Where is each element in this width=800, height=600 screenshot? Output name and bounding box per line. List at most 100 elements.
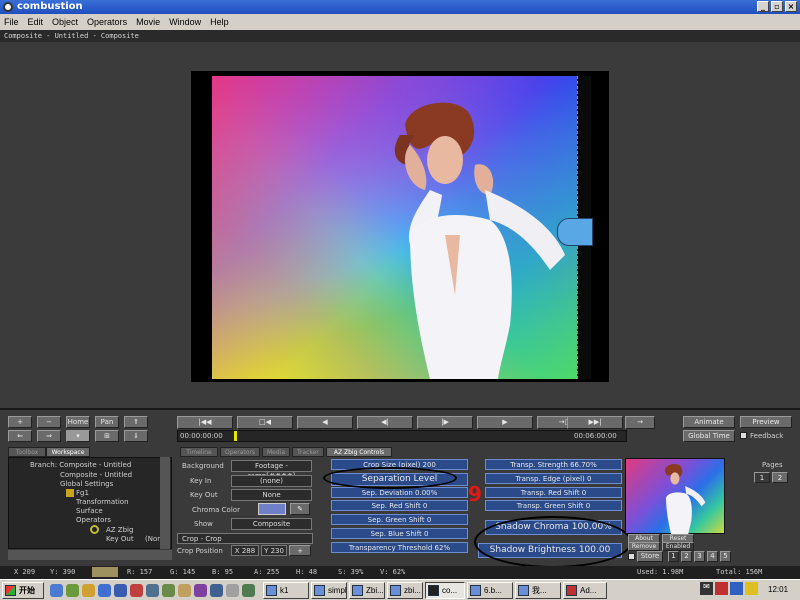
- store-slot-3[interactable]: 3: [694, 551, 705, 562]
- page-2-button[interactable]: 2: [772, 472, 788, 483]
- home-button[interactable]: Home: [66, 416, 90, 428]
- quicklaunch-desktop-icon[interactable]: [66, 584, 79, 597]
- quicklaunch-info-icon[interactable]: [114, 584, 127, 597]
- add-button[interactable]: +: [8, 416, 32, 428]
- tab-az-zbig-controls[interactable]: AZ Zbig Controls: [326, 447, 392, 457]
- transp-strength-slider[interactable]: Transp. Strength 66.70%: [485, 459, 622, 470]
- quicklaunch-folder-icon[interactable]: [178, 584, 191, 597]
- task-6b[interactable]: 6.b...: [467, 582, 513, 599]
- tab-media[interactable]: Media: [262, 447, 290, 457]
- quicklaunch-player-icon[interactable]: [130, 584, 143, 597]
- task-k1[interactable]: k1: [263, 582, 309, 599]
- quicklaunch-more-icon[interactable]: [210, 584, 223, 597]
- eyedropper-icon[interactable]: ✎: [290, 503, 310, 515]
- tab-tracker[interactable]: Tracker: [292, 447, 324, 457]
- page-1-button[interactable]: 1: [754, 472, 770, 483]
- language-tray-icon[interactable]: ✉: [700, 582, 713, 595]
- task-adobe[interactable]: Ad...: [563, 582, 607, 599]
- feedback-checkbox[interactable]: [740, 432, 747, 439]
- quicklaunch-ie-icon[interactable]: [50, 584, 63, 597]
- maximize-button[interactable]: ▫: [771, 1, 783, 12]
- store-button[interactable]: Store: [637, 551, 663, 562]
- crop-x-field[interactable]: X 288: [231, 545, 259, 556]
- tree-hscrollbar[interactable]: [8, 550, 172, 560]
- key-in-dropdown[interactable]: (none): [231, 475, 312, 487]
- tab-toolbox[interactable]: Toolbox: [8, 447, 46, 457]
- tree-key-out[interactable]: Key Out: [106, 535, 134, 543]
- step-back-button[interactable]: □◀: [237, 416, 293, 429]
- crop-dropdown[interactable]: Crop - Crop: [177, 533, 313, 544]
- store-checkbox[interactable]: [628, 553, 635, 560]
- go-to-end-button[interactable]: ▶▶|: [567, 416, 623, 429]
- tray-icon-1[interactable]: [715, 582, 728, 595]
- layout-button[interactable]: ⊞: [95, 430, 119, 442]
- transp-edge-slider[interactable]: Transp. Edge (pixel) 0: [485, 473, 622, 484]
- up-arrow-button[interactable]: ⇑: [124, 416, 148, 428]
- viewer-handle[interactable]: [557, 218, 593, 246]
- close-button[interactable]: ×: [785, 1, 797, 12]
- remove-button[interactable]: Remove: [628, 542, 660, 551]
- menu-edit[interactable]: Edit: [28, 17, 44, 27]
- pan-button[interactable]: Pan: [95, 416, 119, 428]
- tab-workspace[interactable]: Workspace: [46, 447, 90, 457]
- down-arrow-button[interactable]: ⇓: [124, 430, 148, 442]
- task-simple[interactable]: simple: [311, 582, 347, 599]
- quicklaunch-explorer-icon[interactable]: [98, 584, 111, 597]
- warning-tray-icon[interactable]: [745, 582, 758, 595]
- global-time-dropdown[interactable]: Global Time: [683, 430, 735, 442]
- store-slot-4[interactable]: 4: [707, 551, 718, 562]
- playhead[interactable]: [234, 431, 237, 441]
- task-combustion[interactable]: co...: [425, 582, 465, 599]
- quicklaunch-extra-icon[interactable]: [194, 584, 207, 597]
- play-button[interactable]: ▶: [477, 416, 533, 429]
- tree-global-settings[interactable]: Global Settings: [60, 480, 113, 488]
- play-reverse-button[interactable]: ◀: [297, 416, 353, 429]
- quicklaunch-tool-icon[interactable]: [162, 584, 175, 597]
- tray-icon-2[interactable]: [730, 582, 743, 595]
- quicklaunch-misc-icon[interactable]: [226, 584, 239, 597]
- tree-transformation[interactable]: Transformation: [76, 498, 129, 506]
- menu-movie[interactable]: Movie: [136, 17, 160, 27]
- menu-object[interactable]: Object: [52, 17, 78, 27]
- loop-button[interactable]: →: [625, 416, 655, 429]
- quicklaunch-app-icon[interactable]: [146, 584, 159, 597]
- chroma-color-swatch[interactable]: [258, 503, 286, 515]
- timeline-bar[interactable]: [177, 430, 627, 442]
- forward-arrow-button[interactable]: ⇒: [37, 430, 61, 442]
- quicklaunch-media-icon[interactable]: [82, 584, 95, 597]
- transp-red-shift-slider[interactable]: Transp. Red Shift 0: [485, 487, 622, 498]
- subtract-button[interactable]: −: [37, 416, 61, 428]
- enabled-toggle[interactable]: Enabled: [662, 542, 694, 551]
- back-arrow-button[interactable]: ⇐: [8, 430, 32, 442]
- menu-help[interactable]: Help: [210, 17, 229, 27]
- task-zbi-2[interactable]: zbi...: [387, 582, 423, 599]
- animate-button[interactable]: Animate: [683, 416, 735, 428]
- preview-button[interactable]: Preview: [740, 416, 792, 428]
- store-slot-5[interactable]: 5: [720, 551, 731, 562]
- key-out-dropdown[interactable]: None: [231, 489, 312, 501]
- task-chinese[interactable]: 我...: [515, 582, 561, 599]
- next-frame-button[interactable]: |▶: [417, 416, 473, 429]
- tree-operators[interactable]: Operators: [76, 516, 111, 524]
- tree-az-zbig[interactable]: AZ Zbig: [106, 526, 133, 534]
- go-to-start-button[interactable]: |◀◀: [177, 416, 233, 429]
- sep-red-shift-slider[interactable]: Sep. Red Shift 0: [331, 500, 468, 511]
- tab-operators[interactable]: Operators: [220, 447, 260, 457]
- store-slot-1[interactable]: 1: [668, 551, 679, 562]
- prev-frame-button[interactable]: ◀|: [357, 416, 413, 429]
- tab-timeline[interactable]: Timeline: [180, 447, 218, 457]
- minimize-button[interactable]: _: [757, 1, 769, 12]
- transparency-threshold-slider[interactable]: Transparency Threshold 62%: [331, 542, 468, 553]
- background-dropdown[interactable]: Footage - ramp[####]: [231, 460, 312, 480]
- menu-operators[interactable]: Operators: [87, 17, 127, 27]
- menu-window[interactable]: Window: [169, 17, 201, 27]
- tree-scrollbar[interactable]: [160, 457, 170, 549]
- store-slot-2[interactable]: 2: [681, 551, 692, 562]
- crop-position-add-button[interactable]: +: [289, 545, 311, 556]
- show-dropdown[interactable]: Composite: [231, 518, 312, 530]
- start-button[interactable]: 开始: [2, 582, 44, 599]
- tree-composite[interactable]: Composite - Untitled: [60, 471, 132, 479]
- sep-green-shift-slider[interactable]: Sep. Green Shift 0: [331, 514, 468, 525]
- task-zbi-1[interactable]: Zbi...: [349, 582, 385, 599]
- tree-fg1[interactable]: Fg1: [76, 489, 89, 497]
